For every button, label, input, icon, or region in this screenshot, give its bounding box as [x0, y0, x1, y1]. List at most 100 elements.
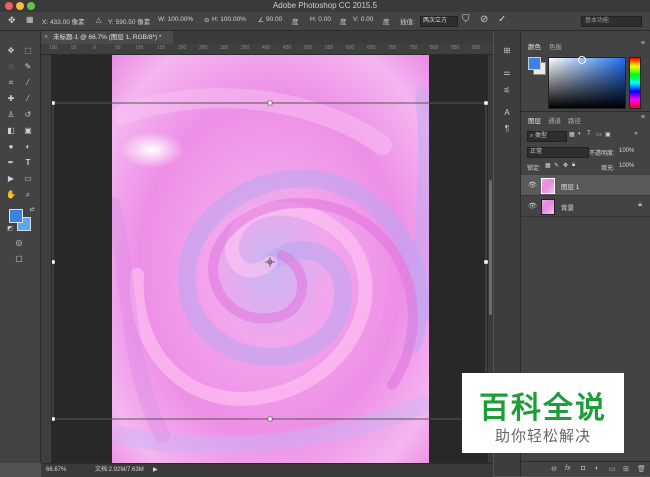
gradient-tool-icon[interactable]: ▣ — [22, 125, 34, 137]
lock-pixels-icon[interactable]: ▦ — [545, 162, 551, 169]
default-colors-icon[interactable]: ◩ — [4, 223, 16, 235]
clone-stamp-tool-icon[interactable]: ♙ — [5, 109, 17, 121]
document-size[interactable]: 文档:2.92M/7.63M — [95, 464, 144, 477]
transform-tool-icon[interactable]: ✥ — [8, 15, 16, 26]
transform-handle[interactable] — [52, 416, 56, 422]
panel-menu-icon[interactable]: ≡ — [641, 40, 645, 47]
hue-slider[interactable] — [629, 57, 641, 109]
transform-handle[interactable] — [52, 100, 56, 106]
color-spectrum-field[interactable] — [548, 56, 626, 109]
workspace-select[interactable]: 基本功能 — [581, 16, 642, 27]
link-layers-icon[interactable]: ⊖ — [551, 465, 557, 473]
filter-toggle-icon[interactable]: ● — [634, 130, 638, 137]
properties-panel-icon[interactable]: ⚟ — [501, 85, 513, 97]
dodge-tool-icon[interactable]: ◐ — [22, 141, 34, 153]
type-tool-icon[interactable]: T — [22, 157, 34, 169]
zoom-level[interactable]: 66.67% — [46, 464, 66, 477]
warp-mode-icon[interactable]: ⛉ — [462, 14, 470, 25]
layer-row[interactable]: 👁︎ 背景 🔒︎ — [521, 196, 650, 217]
foreground-color-swatch[interactable] — [9, 209, 23, 223]
vertical-ruler[interactable] — [41, 55, 52, 463]
reference-point-icon[interactable]: ▦ — [26, 15, 34, 24]
crop-tool-icon[interactable]: ⌗ — [5, 77, 17, 89]
angle-field[interactable]: 90.00 — [266, 16, 282, 23]
vskew-field[interactable]: V: 0.00 — [353, 16, 373, 23]
filter-type-icon[interactable]: T — [587, 131, 591, 137]
scrollbar-thumb[interactable] — [489, 180, 492, 315]
eraser-tool-icon[interactable]: ◧ — [5, 125, 17, 137]
blur-tool-icon[interactable]: ● — [5, 141, 17, 153]
transform-handle[interactable] — [267, 416, 273, 422]
color-picker-ring[interactable] — [578, 56, 586, 64]
layer-name[interactable]: 图层 1 — [561, 181, 579, 191]
tab-swatches[interactable]: 色板 — [549, 41, 562, 51]
adjustment-layer-icon[interactable]: ◐ — [595, 465, 599, 472]
x-field[interactable]: X: 433.00 像素 — [42, 16, 85, 26]
swap-colors-icon[interactable]: ⇄ — [26, 204, 38, 216]
path-select-tool-icon[interactable]: ▶ — [5, 173, 17, 185]
delete-layer-icon[interactable]: 🗑︎ — [637, 465, 646, 473]
close-tab-icon[interactable]: × — [44, 31, 48, 44]
commit-transform-icon[interactable]: ✓ — [498, 14, 506, 25]
lock-paint-icon[interactable]: ✎ — [554, 162, 559, 169]
character-panel-icon[interactable]: A — [501, 107, 513, 119]
add-mask-icon[interactable]: ◘ — [581, 465, 585, 472]
eye-icon[interactable]: 👁︎ — [528, 202, 537, 210]
blend-mode-select[interactable]: 正常 — [527, 147, 589, 158]
paragraph-panel-icon[interactable]: ¶ — [501, 123, 513, 135]
adjustments-panel-icon[interactable]: ⚌ — [501, 67, 513, 79]
layer-row[interactable]: 👁︎ 图层 1 — [521, 175, 650, 196]
y-field[interactable]: Y: 590.50 像素 — [108, 16, 150, 26]
new-layer-icon[interactable]: ⊞ — [623, 465, 629, 473]
zoom-tool-icon[interactable]: ⌕ — [22, 189, 34, 201]
eye-icon[interactable]: 👁︎ — [528, 181, 537, 189]
layers-panel-menu-icon[interactable]: ≡ — [641, 114, 645, 121]
brush-tool-icon[interactable]: ⁄ — [22, 93, 34, 105]
width-field[interactable]: W: 100.00% — [158, 16, 193, 23]
tab-channels[interactable]: 通道 — [548, 115, 561, 125]
tab-layers[interactable]: 图层 — [528, 115, 541, 125]
panel-fg-color-swatch[interactable] — [528, 57, 541, 70]
cancel-transform-icon[interactable]: ⊘ — [480, 14, 488, 25]
horizontal-ruler[interactable]: 100 50 0 50 100 150 200 250 300 350 400 … — [41, 44, 493, 55]
fill-field[interactable]: 100% — [619, 163, 634, 169]
lock-all-icon[interactable]: 🔒︎ — [572, 162, 575, 169]
opacity-field[interactable]: 100% — [619, 148, 634, 154]
filter-pixel-icon[interactable]: ▦ — [569, 131, 575, 138]
history-panel-icon[interactable]: ⊞ — [501, 45, 513, 57]
canvas-area[interactable] — [52, 55, 488, 463]
status-arrow-icon[interactable]: ▶ — [153, 464, 158, 477]
document-canvas[interactable] — [52, 55, 488, 463]
transform-handle[interactable] — [267, 100, 273, 106]
marquee-tool-icon[interactable]: ⬚ — [22, 45, 34, 57]
tab-color[interactable]: 颜色 — [528, 41, 541, 51]
screen-mode-icon[interactable]: ▢ — [13, 253, 25, 265]
history-brush-tool-icon[interactable]: ↺ — [22, 109, 34, 121]
pen-tool-icon[interactable]: ✒ — [5, 157, 17, 169]
filter-adjust-icon[interactable]: ◐ — [578, 131, 582, 137]
quick-select-tool-icon[interactable]: ✎ — [22, 61, 34, 73]
transform-handle[interactable] — [52, 259, 56, 265]
move-tool-icon[interactable]: ✥ — [5, 45, 17, 57]
filter-smart-icon[interactable]: ▣ — [605, 131, 611, 138]
document-tab[interactable]: × 未标题-1 @ 66.7% (图层 1, RGB/8*) * — [41, 31, 173, 44]
ruler-label: 850 — [451, 45, 460, 51]
healing-tool-icon[interactable]: ✚ — [5, 93, 17, 105]
kind-filter-select[interactable]: ⌕ 类型 — [527, 131, 567, 142]
hskew-field[interactable]: H: 0.00 — [310, 16, 331, 23]
link-icon[interactable]: ⊖ — [204, 16, 209, 24]
shape-tool-icon[interactable]: ▭ — [22, 173, 34, 185]
height-field[interactable]: H: 100.00% — [212, 16, 246, 23]
eyedropper-tool-icon[interactable]: ⁄ — [22, 77, 34, 89]
lock-move-icon[interactable]: ✥ — [563, 162, 568, 169]
hand-tool-icon[interactable]: ✋ — [5, 189, 17, 201]
tab-paths[interactable]: 路径 — [568, 115, 581, 125]
interpolation-select[interactable]: 两次立方 — [420, 16, 458, 27]
lasso-tool-icon[interactable]: ◌ — [5, 61, 17, 73]
layer-name[interactable]: 背景 — [561, 202, 574, 212]
delta-icon[interactable]: △ — [96, 16, 101, 24]
add-style-icon[interactable]: fx — [565, 465, 570, 472]
new-group-icon[interactable]: ▭ — [609, 465, 616, 473]
filter-shape-icon[interactable]: ▭ — [596, 131, 602, 138]
quick-mask-icon[interactable]: ◎ — [13, 237, 25, 249]
